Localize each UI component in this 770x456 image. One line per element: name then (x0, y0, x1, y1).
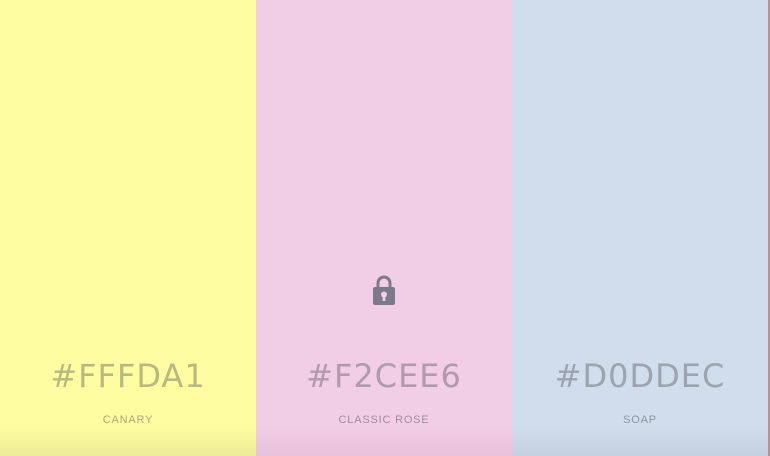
lock-icon[interactable] (371, 274, 397, 306)
color-name: CLASSIC ROSE (338, 414, 430, 426)
color-palette: #FFFDA1 CANARY #F2CEE6 CLASSIC ROSE #D0D… (0, 0, 770, 456)
color-swatch-classic-rose[interactable]: #F2CEE6 CLASSIC ROSE (256, 0, 512, 456)
color-name: CANARY (102, 414, 154, 426)
swatch-bottom-shade (0, 426, 256, 456)
color-swatch-canary[interactable]: #FFFDA1 CANARY (0, 0, 256, 456)
color-swatch-soap[interactable]: #D0DDEC SOAP (512, 0, 768, 456)
hex-code[interactable]: #D0DDEC (512, 356, 768, 396)
swatch-bottom-shade (256, 426, 512, 456)
swatch-bottom-shade (512, 426, 768, 456)
hex-code[interactable]: #F2CEE6 (256, 356, 512, 396)
color-name: SOAP (623, 414, 657, 426)
hex-code[interactable]: #FFFDA1 (0, 356, 256, 396)
